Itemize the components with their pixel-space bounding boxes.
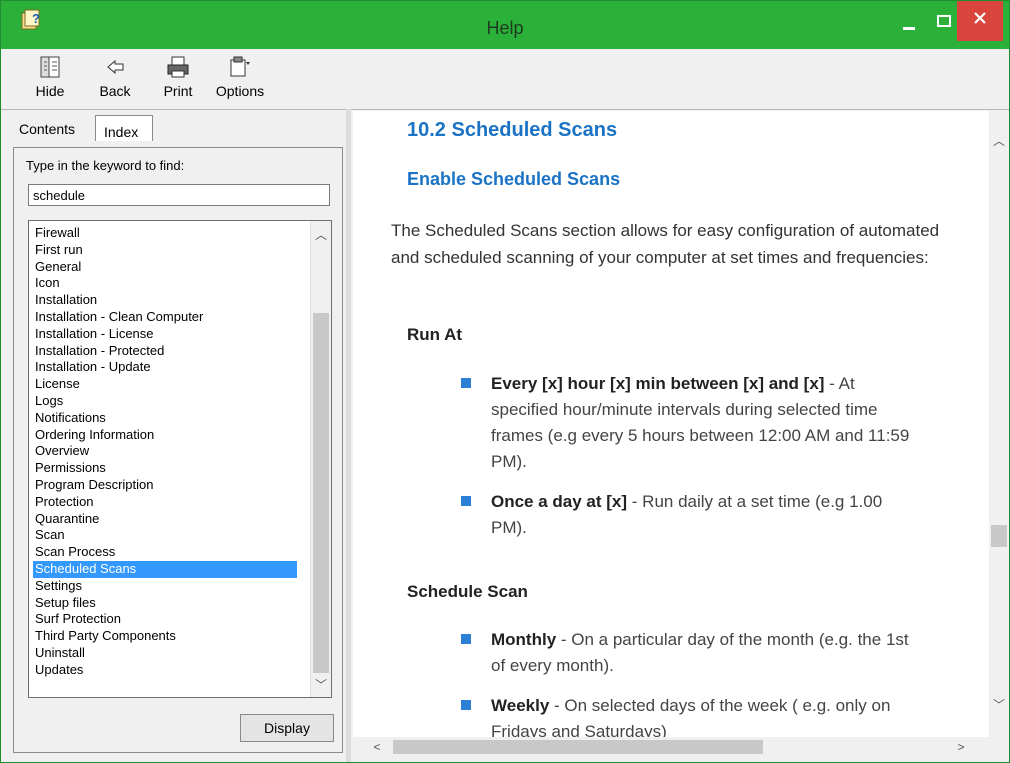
bullet-square-icon [461, 378, 471, 388]
options-label: Options [215, 83, 265, 99]
intro-paragraph: The Scheduled Scans section allows for e… [391, 221, 940, 267]
toolbar: Hide Back Print Options [1, 49, 1009, 110]
index-list-item[interactable]: Scan Process [33, 544, 297, 561]
pane-splitter[interactable] [346, 109, 351, 762]
bullet-term: Once a day at [x] [491, 492, 628, 511]
index-list-item[interactable]: Setup files [33, 595, 297, 612]
schedule-scan-heading: Schedule Scan [407, 582, 528, 601]
list-scroll-thumb[interactable] [313, 313, 329, 673]
index-list-item[interactable]: Surf Protection [33, 611, 297, 628]
bullet-square-icon [461, 634, 471, 644]
display-button[interactable]: Display [240, 714, 334, 742]
tab-contents[interactable]: Contents [19, 121, 75, 137]
index-list-item[interactable]: Permissions [33, 460, 297, 477]
list-scrollbar[interactable]: ︿ ﹀ [310, 221, 331, 697]
bullet-item: Weekly - On selected days of the week ( … [461, 693, 911, 737]
options-button[interactable]: Options [213, 54, 267, 106]
index-list-item[interactable]: Installation [33, 292, 297, 309]
run-at-heading: Run At [407, 325, 463, 344]
bullet-description: - On selected days of the week ( e.g. on… [491, 696, 891, 737]
navigation-pane: Contents Index Type in the keyword to fi… [9, 115, 346, 757]
minimize-icon [903, 27, 915, 30]
index-list-item[interactable]: Installation - Update [33, 359, 297, 376]
scroll-up-icon[interactable]: ︿ [311, 225, 331, 245]
content-scroll-up-icon[interactable]: ︿ [989, 131, 1009, 151]
index-list[interactable]: ︿ ﹀ Firewall First run General Icon Installa… [28, 220, 332, 698]
printer-icon [167, 56, 189, 78]
index-list-item[interactable]: Quarantine [33, 511, 297, 528]
index-list-item[interactable]: Logs [33, 393, 297, 410]
index-list-item[interactable]: First run [33, 242, 297, 259]
maximize-icon [937, 15, 951, 27]
bullet-square-icon [461, 700, 471, 710]
scroll-down-icon[interactable]: ﹀ [311, 675, 331, 695]
close-icon [974, 12, 986, 24]
bullet-term: Weekly [491, 696, 550, 715]
window-title: Help [486, 18, 524, 38]
find-label: Type in the keyword to find: [26, 158, 185, 173]
back-arrow-icon [107, 59, 124, 75]
title-bar[interactable]: ? Help [1, 1, 1009, 49]
index-list-item[interactable]: License [33, 376, 297, 393]
index-tab-pane: Type in the keyword to find: ︿ ﹀ Firewal… [13, 147, 343, 753]
index-list-item[interactable]: General [33, 259, 297, 276]
print-button[interactable]: Print [151, 54, 205, 106]
index-list-item[interactable]: Settings [33, 578, 297, 595]
bullet-term: Every [x] hour [x] min between [x] and [… [491, 374, 825, 393]
section-subtitle: Enable Scheduled Scans [407, 169, 621, 189]
content-scroll-thumb[interactable] [991, 525, 1007, 547]
options-icon [230, 56, 250, 77]
content-vertical-scrollbar[interactable]: ︿ ﹀ [989, 111, 1009, 737]
index-list-item[interactable]: Updates [33, 662, 297, 679]
schedule-scan-list: Monthly - On a particular day of the mon… [461, 627, 911, 737]
run-at-list: Every [x] hour [x] min between [x] and [… [461, 371, 911, 555]
index-list-item[interactable]: Scheduled Scans [33, 561, 297, 578]
page-title: 10.2 Scheduled Scans [407, 119, 618, 141]
horizontal-scroll-thumb[interactable] [393, 740, 763, 754]
minimize-button[interactable] [887, 1, 931, 41]
hide-label: Hide [35, 83, 65, 99]
scroll-left-icon[interactable]: < [367, 737, 387, 757]
content-horizontal-scrollbar[interactable]: < > [353, 737, 989, 757]
index-list-item[interactable]: Installation - License [33, 326, 297, 343]
index-list-item[interactable]: Protection [33, 494, 297, 511]
index-list-item[interactable]: Installation - Clean Computer [33, 309, 297, 326]
bullet-term: Monthly [491, 630, 557, 649]
index-list-item[interactable]: Scan [33, 527, 297, 544]
help-content: 10.2 Scheduled Scans Enable Scheduled Sc… [353, 111, 989, 737]
index-list-item[interactable]: Program Description [33, 477, 297, 494]
bullet-item: Every [x] hour [x] min between [x] and [… [461, 371, 911, 475]
keyword-search-input[interactable] [28, 184, 330, 206]
tab-index[interactable]: Index [95, 115, 153, 141]
help-window: ? Help Hide Back Print Options Contents … [0, 0, 1010, 763]
index-list-item[interactable]: Ordering Information [33, 427, 297, 444]
bullet-item: Monthly - On a particular day of the mon… [461, 627, 911, 679]
index-list-item[interactable]: Overview [33, 443, 297, 460]
index-list-item[interactable]: Uninstall [33, 645, 297, 662]
hide-button[interactable]: Hide [23, 54, 77, 106]
back-button[interactable]: Back [88, 54, 142, 106]
back-label: Back [99, 83, 131, 99]
bullet-square-icon [461, 496, 471, 506]
content-scroll-down-icon[interactable]: ﹀ [989, 695, 1009, 715]
index-list-item[interactable]: Firewall [33, 225, 297, 242]
bullet-item: Once a day at [x] - Run daily at a set t… [461, 489, 911, 541]
close-button[interactable] [957, 1, 1003, 41]
index-list-item[interactable]: Icon [33, 275, 297, 292]
index-list-item[interactable]: Installation - Protected [33, 343, 297, 360]
index-list-item[interactable]: Notifications [33, 410, 297, 427]
maximize-button[interactable] [931, 1, 957, 41]
hide-pane-icon [40, 56, 60, 78]
index-list-item[interactable]: Third Party Components [33, 628, 297, 645]
scroll-right-icon[interactable]: > [951, 737, 971, 757]
print-label: Print [163, 83, 193, 99]
